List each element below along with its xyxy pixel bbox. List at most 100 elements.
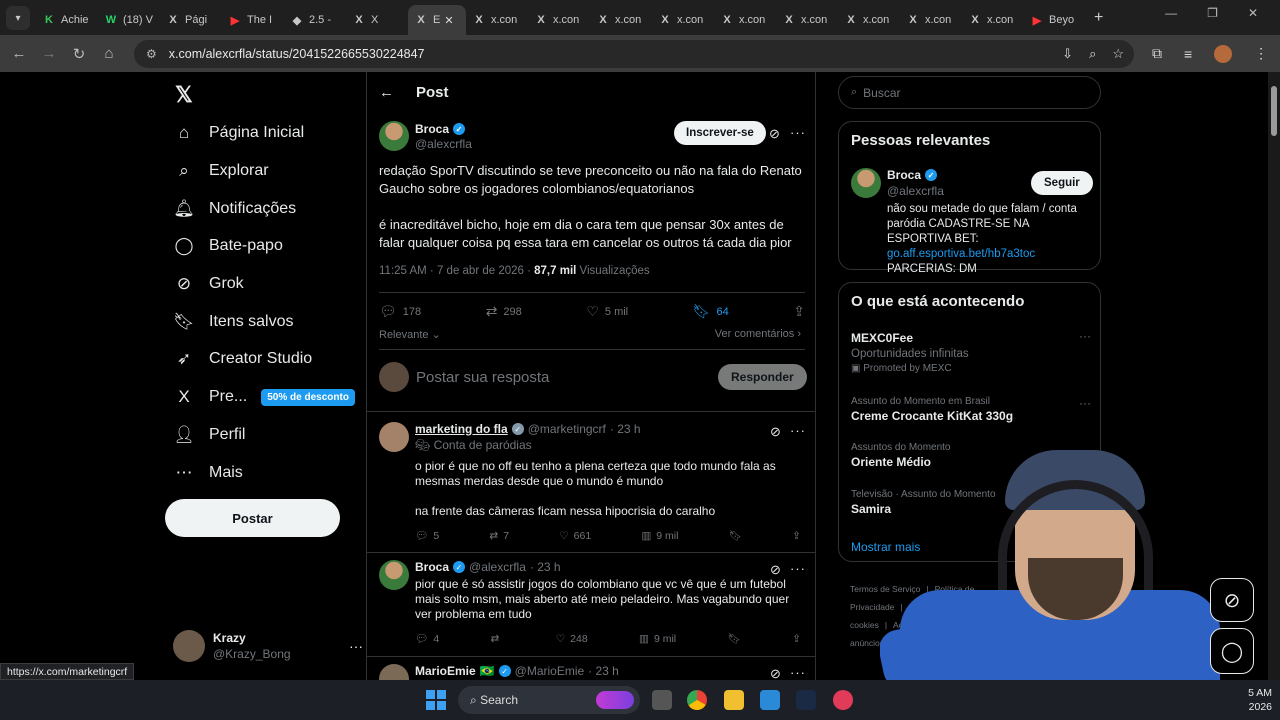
post-button[interactable]: Postar [165,499,340,537]
browser-tab[interactable]: Xx.con [900,5,962,35]
trend-item[interactable]: MEXC0Fee Oportunidades infinitas ▣ Promo… [851,329,1091,374]
share-action[interactable]: ⇪ [792,632,801,645]
tab-search-button[interactable]: ▾ [6,6,30,30]
extensions-icon[interactable]: ⧉ [1152,45,1162,62]
nav-item-bookmark[interactable]: 🔖︎ Itens salvos [173,311,293,333]
browser-tab[interactable]: ▶ Beyo [1024,5,1086,35]
reply-action[interactable]: 💬︎ 4 [415,632,439,646]
like-action[interactable]: ♡ 5 mil [586,303,628,320]
nav-item-search[interactable]: ⌕ Explorar [173,160,268,182]
page-scrollbar[interactable] [1268,72,1280,680]
browser-tab[interactable]: Xx.con [962,5,1024,35]
profile-avatar[interactable] [1214,44,1233,63]
browser-tab[interactable]: Xx.con [590,5,652,35]
nav-item-x-premium[interactable]: X Pre... 50% de desconto [173,386,355,408]
like-action[interactable]: ♡ 248 [556,632,588,645]
more-icon[interactable]: ··· [790,125,806,140]
home-button[interactable]: ⌂ [94,45,124,62]
post-handle[interactable]: @alexcrfla [415,137,472,151]
share-action[interactable]: ⇪ [793,303,805,320]
messages-float-button[interactable]: ◯ [1210,628,1254,674]
browser-tab[interactable]: Xx.con [714,5,776,35]
subscribe-button[interactable]: Inscrever-se [674,121,766,145]
star-icon[interactable]: ☆ [1112,46,1124,62]
search-input[interactable]: ⌕ Buscar [838,76,1101,109]
reply-input[interactable]: Postar sua resposta [416,369,549,386]
more-icon[interactable]: ··· [349,638,363,654]
task-view-icon[interactable] [652,690,672,710]
follow-button[interactable]: Seguir [1031,171,1093,195]
post-time[interactable]: 11:25 AM · 7 de abr de 2026 · [379,265,534,277]
install-icon[interactable]: ⇩ [1062,46,1073,62]
chrome-icon[interactable] [687,690,707,710]
forward-button[interactable]: → [34,45,64,62]
more-icon[interactable]: ··· [790,665,806,680]
reply-handle[interactable]: @MarioEmie [515,664,585,678]
browser-tab[interactable]: Xx.con [528,5,590,35]
nav-item-rocket[interactable]: ➶ Creator Studio [173,348,312,370]
repost-action[interactable]: ⇄ [491,632,505,645]
bookmark-action[interactable]: 🔖︎ 64 [693,303,729,320]
nav-item-home[interactable]: ⌂ Página Inicial [173,122,304,144]
bookmark-action[interactable]: 🔖︎ [729,529,742,542]
more-icon[interactable]: ··· [1079,329,1091,343]
nav-item-chat[interactable]: ◯ Bate-papo [173,235,282,257]
media-icon[interactable]: ≡ [1184,46,1192,62]
grok-icon[interactable]: ⊘ [770,424,781,440]
view-comments-link[interactable]: Ver comentários › [715,328,801,340]
taskbar-search[interactable]: ⌕ Search [458,686,640,714]
browser-tab[interactable]: Xx.con [652,5,714,35]
browser-tab[interactable]: K Achie [36,5,98,35]
store-icon[interactable] [760,690,780,710]
reply-item[interactable]: MarioEmie 🇧🇷 ✓ @MarioEmie · 23 h ⊘ ··· [367,664,815,680]
relevant-name[interactable]: Broca ✓ [887,168,938,182]
site-info-icon[interactable]: ⚙ [146,47,157,61]
close-tab-icon[interactable]: ✕ [444,14,453,27]
nav-item-grok[interactable]: ⊘ Grok [173,273,244,295]
browser-tab[interactable]: X Pági [160,5,222,35]
reply-time[interactable]: · 23 h [530,560,561,574]
steam-icon[interactable] [796,690,816,710]
reply-author[interactable]: marketing do fla [415,422,508,436]
repost-action[interactable]: ⇄ 298 [486,303,522,320]
avatar[interactable] [851,168,881,198]
discount-badge[interactable]: 50% de desconto [261,388,355,406]
zoom-icon[interactable]: ⌕ [1089,46,1096,62]
back-button[interactable]: ← [4,45,34,62]
minimize-button[interactable]: — [1165,6,1177,20]
post-author[interactable]: Broca ✓ [415,122,466,136]
grok-icon[interactable]: ⊘ [770,562,781,578]
more-icon[interactable]: ··· [790,423,806,438]
relevant-handle[interactable]: @alexcrfla [887,184,944,198]
browser-tab[interactable]: ▶ The I [222,5,284,35]
avatar[interactable] [379,121,409,151]
new-tab-button[interactable]: + [1094,9,1103,27]
avatar[interactable] [379,560,409,590]
bio-link[interactable]: go.aff.esportiva.bet/hb7a3toc [887,248,1035,260]
more-icon[interactable]: ··· [790,561,806,576]
nav-item-more-circle[interactable]: ⋯ Mais [173,462,243,484]
file-explorer-icon[interactable] [724,690,744,710]
reply-item[interactable]: marketing do fla ✓ @marketingcrf · 23 h … [367,422,815,550]
bookmark-action[interactable]: 🔖︎ [727,632,740,645]
reply-button[interactable]: Responder [718,364,807,390]
windows-start-icon[interactable] [426,690,446,710]
x-logo[interactable]: 𝕏 [175,82,193,108]
browser-tab[interactable]: Xx.con [776,5,838,35]
reply-action[interactable]: 💬︎ 178 [379,303,421,320]
app-icon[interactable] [833,690,853,710]
grok-icon[interactable]: ⊘ [769,126,780,142]
repost-action[interactable]: ⇄ 7 [489,529,509,542]
clock[interactable]: 5 AM 2026 [1248,686,1272,714]
reply-handle[interactable]: @marketingcrf [528,422,606,436]
reload-button[interactable]: ↻ [64,45,94,63]
trend-item[interactable]: Assunto do Momento em Brasil Creme Croca… [851,396,1091,423]
avatar[interactable] [379,664,409,680]
back-arrow-icon[interactable]: ← [379,84,394,101]
reply-item[interactable]: Broca ✓ @alexcrfla · 23 h ⊘ ··· pior que… [367,560,815,656]
reply-action[interactable]: 💬︎ 5 [415,529,439,543]
reply-time[interactable]: · 23 h [588,664,619,678]
grok-float-button[interactable]: ⊘ [1210,578,1254,622]
more-icon[interactable]: ··· [1079,396,1091,410]
browser-tab[interactable]: XX [346,5,408,35]
